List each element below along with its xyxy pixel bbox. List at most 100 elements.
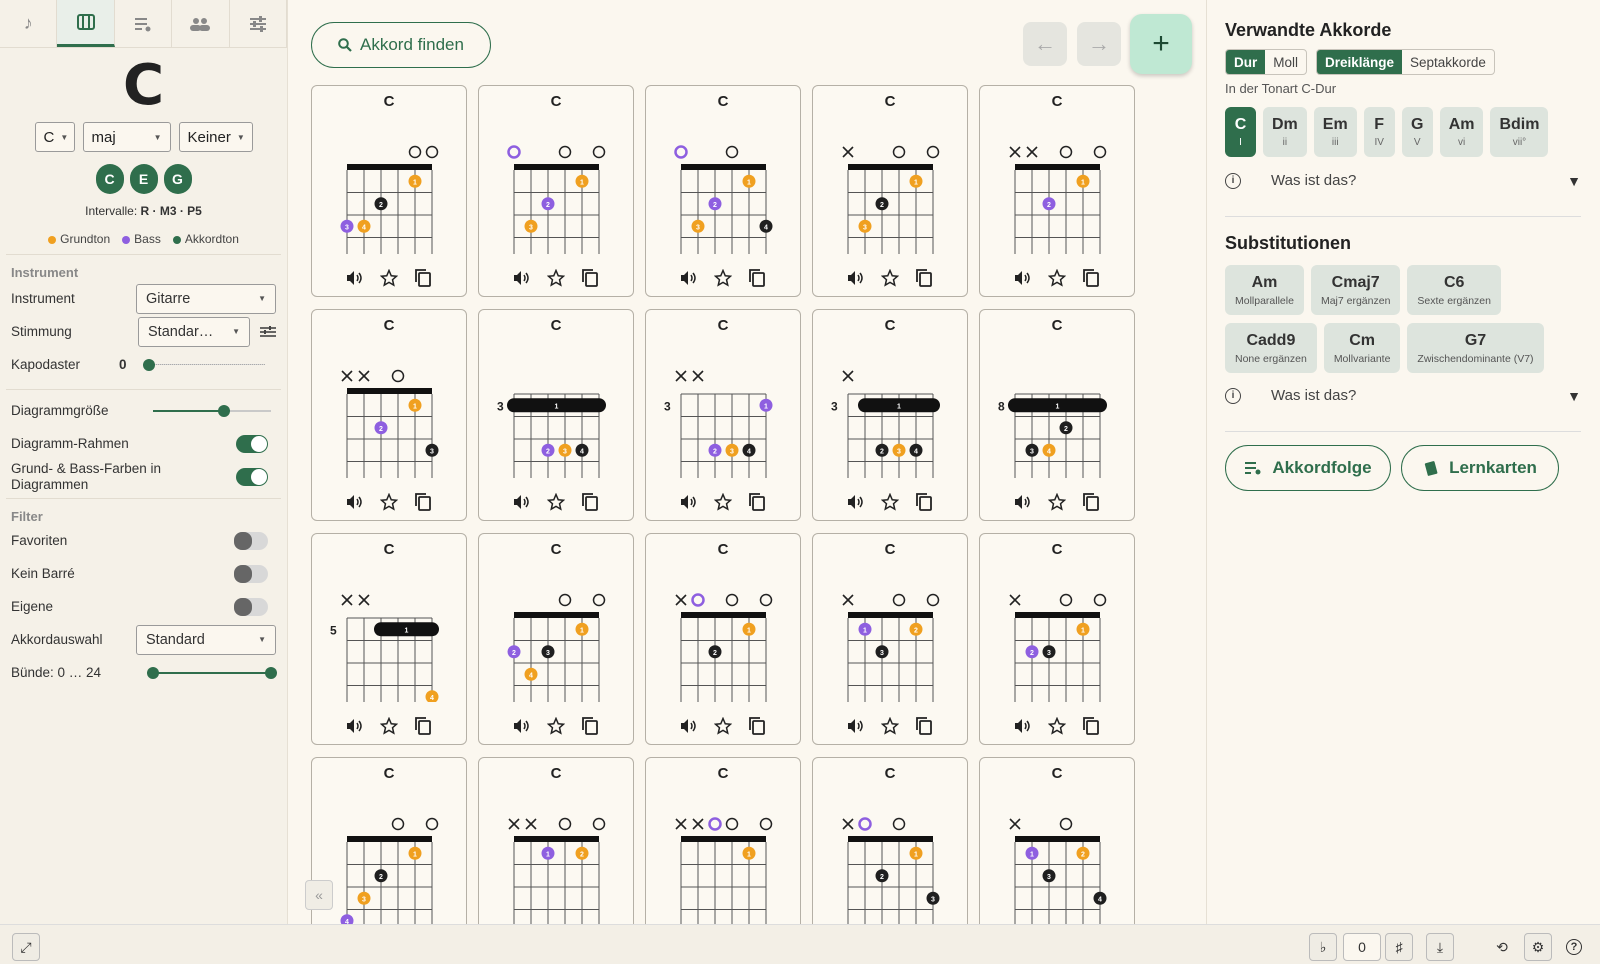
favorite-button[interactable] bbox=[713, 268, 733, 288]
related-help[interactable]: i Was ist das? ▼ bbox=[1225, 172, 1581, 189]
degree-chip[interactable]: Am vi bbox=[1439, 107, 1484, 157]
tab-people[interactable] bbox=[172, 0, 230, 47]
favorite-button[interactable] bbox=[713, 492, 733, 512]
play-button[interactable] bbox=[1013, 716, 1033, 736]
favorite-button[interactable] bbox=[1047, 268, 1067, 288]
own-toggle[interactable] bbox=[234, 597, 268, 616]
chord-card[interactable]: C81234CGCEGC bbox=[979, 309, 1135, 521]
play-button[interactable] bbox=[846, 716, 866, 736]
play-button[interactable] bbox=[512, 492, 532, 512]
chord-card[interactable]: C31234CGCEG bbox=[812, 309, 968, 521]
chord-card[interactable]: C2431F#CEGCE bbox=[478, 533, 634, 745]
note-chip[interactable]: G bbox=[163, 164, 192, 194]
favorite-button[interactable] bbox=[546, 492, 566, 512]
play-button[interactable] bbox=[1013, 268, 1033, 288]
instrument-select[interactable]: Gitarre ▼ bbox=[136, 283, 276, 314]
degree-chip[interactable]: F IV bbox=[1363, 107, 1395, 157]
chord-card[interactable]: C21AEGCE bbox=[645, 533, 801, 745]
play-button[interactable] bbox=[679, 716, 699, 736]
sharp-button[interactable]: ♯ bbox=[1385, 933, 1413, 961]
back-button[interactable]: ← bbox=[1023, 22, 1067, 66]
capo-slider[interactable] bbox=[143, 359, 265, 371]
favorite-button[interactable] bbox=[379, 716, 399, 736]
tuning-select[interactable]: Standar… ▼ bbox=[138, 316, 250, 347]
play-button[interactable] bbox=[1013, 492, 1033, 512]
chord-card[interactable]: C213AEGCG bbox=[812, 757, 968, 924]
tab-note[interactable]: ♪ bbox=[0, 0, 58, 47]
nobarre-toggle[interactable] bbox=[234, 564, 268, 583]
favorite-button[interactable] bbox=[880, 716, 900, 736]
copy-button[interactable] bbox=[1081, 268, 1101, 288]
chord-card[interactable]: C321ECEGCE bbox=[478, 85, 634, 297]
play-button[interactable] bbox=[846, 492, 866, 512]
help-button[interactable]: ? bbox=[1560, 933, 1588, 961]
tab-chords[interactable] bbox=[57, 0, 115, 47]
substitution-chip[interactable]: Am Mollparallele bbox=[1225, 265, 1304, 315]
degree-chip[interactable]: Bdim vii° bbox=[1490, 107, 1549, 157]
copy-button[interactable] bbox=[914, 716, 934, 736]
copy-button[interactable] bbox=[580, 716, 600, 736]
chord-card[interactable]: C3214ECEGCG bbox=[645, 85, 801, 297]
add-chord-button[interactable]: + bbox=[1130, 14, 1192, 74]
substitution-chip[interactable]: Cmaj7 Maj7 ergänzen bbox=[1310, 265, 1401, 315]
chord-card[interactable]: C3421GCEGCE bbox=[311, 85, 467, 297]
substitution-chip[interactable]: C6 Sexte ergänzen bbox=[1407, 265, 1501, 315]
copy-button[interactable] bbox=[413, 492, 433, 512]
tune-icon[interactable] bbox=[260, 325, 276, 339]
progression-button[interactable]: Akkordfolge bbox=[1225, 445, 1391, 491]
sync-button[interactable]: ⟲ bbox=[1488, 933, 1516, 961]
chord-card[interactable]: C1324A#EGCG bbox=[979, 757, 1135, 924]
degree-chip[interactable]: Dm ii bbox=[1263, 107, 1307, 157]
copy-button[interactable] bbox=[914, 268, 934, 288]
favorite-button[interactable] bbox=[546, 268, 566, 288]
favorite-button[interactable] bbox=[880, 268, 900, 288]
substitution-chip[interactable]: Cm Mollvariante bbox=[1323, 323, 1401, 373]
chord-card[interactable]: C 1DGCE bbox=[645, 757, 801, 924]
favorite-button[interactable] bbox=[546, 716, 566, 736]
flat-button[interactable]: ♭ bbox=[1309, 933, 1337, 961]
degree-chip[interactable]: Em iii bbox=[1313, 107, 1357, 157]
note-chip[interactable]: C bbox=[95, 164, 124, 194]
tab-settings[interactable] bbox=[230, 0, 288, 47]
degree-chip[interactable]: CI bbox=[1225, 107, 1256, 157]
chord-card[interactable]: C213EGCG bbox=[311, 309, 467, 521]
substitution-chip[interactable]: G7 Zwischendominante (V7) bbox=[1407, 323, 1544, 373]
favorite-button[interactable] bbox=[1047, 492, 1067, 512]
size-slider-handle[interactable] bbox=[217, 404, 230, 417]
bass-select[interactable]: Keiner ▼ bbox=[178, 122, 253, 152]
chord-card[interactable]: C21EGCE bbox=[979, 85, 1135, 297]
note-chip[interactable]: E bbox=[129, 164, 158, 194]
collapse-panel-button[interactable]: « bbox=[305, 880, 333, 910]
frets-min-handle[interactable] bbox=[147, 666, 159, 679]
colors-toggle[interactable] bbox=[236, 468, 268, 486]
favorite-button[interactable] bbox=[379, 268, 399, 288]
copy-button[interactable] bbox=[747, 268, 767, 288]
chord-card[interactable]: C4321G#CEGCE bbox=[311, 757, 467, 924]
chord-card[interactable]: C514GCEC bbox=[311, 533, 467, 745]
play-button[interactable] bbox=[679, 268, 699, 288]
size-slider[interactable] bbox=[153, 404, 271, 417]
chord-card[interactable]: C12D#GCE bbox=[478, 757, 634, 924]
copy-button[interactable] bbox=[914, 492, 934, 512]
forward-button[interactable]: → bbox=[1077, 22, 1121, 66]
chord-card[interactable]: C231BEGCE bbox=[979, 533, 1135, 745]
fullscreen-button[interactable]: ⤢ bbox=[12, 933, 40, 961]
frame-toggle[interactable] bbox=[236, 434, 268, 453]
chord-card[interactable]: C31234GCEG bbox=[645, 309, 801, 521]
frets-slider[interactable] bbox=[147, 666, 277, 679]
play-button[interactable] bbox=[679, 492, 699, 512]
favorite-button[interactable] bbox=[1047, 716, 1067, 736]
seg-triads[interactable]: Dreiklänge bbox=[1317, 50, 1403, 74]
copy-button[interactable] bbox=[580, 492, 600, 512]
quality-select[interactable]: maj ▼ bbox=[82, 122, 171, 152]
seg-sevenths[interactable]: Septakkorde bbox=[1402, 50, 1494, 74]
tab-playlist[interactable] bbox=[115, 0, 173, 47]
degree-chip[interactable]: GV bbox=[1401, 107, 1433, 157]
favorites-toggle[interactable] bbox=[234, 531, 268, 550]
copy-button[interactable] bbox=[747, 492, 767, 512]
download-button[interactable]: ⤓ bbox=[1426, 933, 1454, 961]
favorite-button[interactable] bbox=[713, 716, 733, 736]
frets-max-handle[interactable] bbox=[265, 666, 277, 679]
play-button[interactable] bbox=[512, 716, 532, 736]
seg-major[interactable]: Dur bbox=[1226, 50, 1266, 74]
